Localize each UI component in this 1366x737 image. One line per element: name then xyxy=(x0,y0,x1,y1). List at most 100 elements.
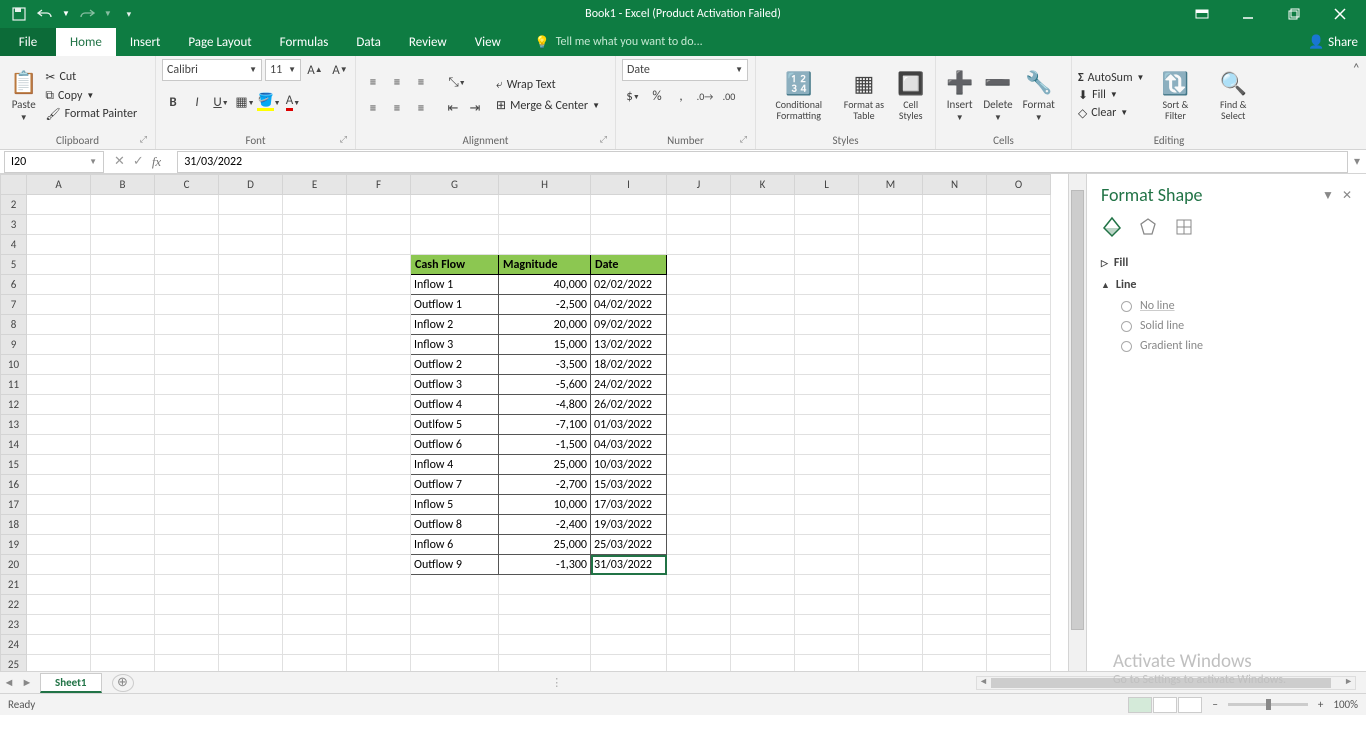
cell-J23[interactable] xyxy=(667,615,731,635)
cell-I13[interactable]: 01/03/2022 xyxy=(591,415,667,435)
cell-H5[interactable]: Magnitude xyxy=(499,255,591,275)
cell-H13[interactable]: -7,100 xyxy=(499,415,591,435)
no-line-radio[interactable]: No line xyxy=(1101,296,1352,316)
cell-M11[interactable] xyxy=(859,375,923,395)
cell-O25[interactable] xyxy=(987,655,1051,672)
cell-B14[interactable] xyxy=(91,435,155,455)
maximize-button[interactable] xyxy=(1274,0,1314,28)
cell-B12[interactable] xyxy=(91,395,155,415)
cell-G15[interactable]: Inflow 4 xyxy=(411,455,499,475)
cell-N6[interactable] xyxy=(923,275,987,295)
decrease-font-button[interactable]: A▼ xyxy=(329,59,351,81)
tab-data[interactable]: Data xyxy=(342,28,395,56)
row-header-23[interactable]: 23 xyxy=(1,615,27,635)
tab-review[interactable]: Review xyxy=(395,28,461,56)
cell-K11[interactable] xyxy=(731,375,795,395)
cell-K13[interactable] xyxy=(731,415,795,435)
row-header-2[interactable]: 2 xyxy=(1,195,27,215)
copy-button[interactable]: ⧉Copy▼ xyxy=(45,89,137,103)
underline-button[interactable]: U▼ xyxy=(210,91,232,113)
cell-B2[interactable] xyxy=(91,195,155,215)
cell-L3[interactable] xyxy=(795,215,859,235)
cell-M21[interactable] xyxy=(859,575,923,595)
cell-N14[interactable] xyxy=(923,435,987,455)
alignment-launcher[interactable]: ⤢ xyxy=(600,134,607,145)
col-header-I[interactable]: I xyxy=(591,175,667,195)
cell-A12[interactable] xyxy=(27,395,91,415)
cell-G21[interactable] xyxy=(411,575,499,595)
cell-F22[interactable] xyxy=(347,595,411,615)
cell-D12[interactable] xyxy=(219,395,283,415)
cell-O13[interactable] xyxy=(987,415,1051,435)
cell-A9[interactable] xyxy=(27,335,91,355)
align-middle-button[interactable]: ≡ xyxy=(386,72,408,94)
cell-E23[interactable] xyxy=(283,615,347,635)
cell-K3[interactable] xyxy=(731,215,795,235)
cell-H3[interactable] xyxy=(499,215,591,235)
cell-L17[interactable] xyxy=(795,495,859,515)
fill-line-tab-icon[interactable] xyxy=(1101,216,1123,238)
tab-file[interactable]: File xyxy=(0,28,56,56)
merge-center-button[interactable]: ⊞Merge & Center▼ xyxy=(496,98,600,113)
cell-E17[interactable] xyxy=(283,495,347,515)
cell-M22[interactable] xyxy=(859,595,923,615)
cell-O15[interactable] xyxy=(987,455,1051,475)
cell-J2[interactable] xyxy=(667,195,731,215)
cell-B6[interactable] xyxy=(91,275,155,295)
font-size-combo[interactable]: 11▼ xyxy=(265,59,301,81)
cell-O7[interactable] xyxy=(987,295,1051,315)
cell-K8[interactable] xyxy=(731,315,795,335)
effects-tab-icon[interactable] xyxy=(1137,216,1159,238)
cell-C9[interactable] xyxy=(155,335,219,355)
cell-A3[interactable] xyxy=(27,215,91,235)
cell-L16[interactable] xyxy=(795,475,859,495)
cell-I21[interactable] xyxy=(591,575,667,595)
align-center-button[interactable]: ≡ xyxy=(386,98,408,120)
cell-E19[interactable] xyxy=(283,535,347,555)
cell-K20[interactable] xyxy=(731,555,795,575)
cell-L14[interactable] xyxy=(795,435,859,455)
cell-I24[interactable] xyxy=(591,635,667,655)
row-header-7[interactable]: 7 xyxy=(1,295,27,315)
share-button[interactable]: 👤 Share xyxy=(1308,35,1358,50)
cell-F9[interactable] xyxy=(347,335,411,355)
bold-button[interactable]: B xyxy=(162,91,184,113)
cell-J12[interactable] xyxy=(667,395,731,415)
cell-E3[interactable] xyxy=(283,215,347,235)
row-header-3[interactable]: 3 xyxy=(1,215,27,235)
cell-O11[interactable] xyxy=(987,375,1051,395)
cell-O21[interactable] xyxy=(987,575,1051,595)
cell-C19[interactable] xyxy=(155,535,219,555)
cell-K12[interactable] xyxy=(731,395,795,415)
cell-E20[interactable] xyxy=(283,555,347,575)
cell-D14[interactable] xyxy=(219,435,283,455)
cell-M23[interactable] xyxy=(859,615,923,635)
expand-formula-bar[interactable]: ▾ xyxy=(1348,154,1366,169)
cell-J3[interactable] xyxy=(667,215,731,235)
cell-H20[interactable]: -1,300 xyxy=(499,555,591,575)
cell-B25[interactable] xyxy=(91,655,155,672)
cell-H10[interactable]: -3,500 xyxy=(499,355,591,375)
cell-B4[interactable] xyxy=(91,235,155,255)
cell-L20[interactable] xyxy=(795,555,859,575)
row-header-21[interactable]: 21 xyxy=(1,575,27,595)
cell-B3[interactable] xyxy=(91,215,155,235)
cell-K16[interactable] xyxy=(731,475,795,495)
cell-K17[interactable] xyxy=(731,495,795,515)
cell-L11[interactable] xyxy=(795,375,859,395)
cell-K7[interactable] xyxy=(731,295,795,315)
col-header-A[interactable]: A xyxy=(27,175,91,195)
cell-L10[interactable] xyxy=(795,355,859,375)
row-header-14[interactable]: 14 xyxy=(1,435,27,455)
solid-line-radio[interactable]: Solid line xyxy=(1101,316,1352,336)
cell-B23[interactable] xyxy=(91,615,155,635)
number-format-combo[interactable]: Date▼ xyxy=(622,59,748,81)
border-button[interactable]: ▦▼ xyxy=(234,91,256,113)
cell-N10[interactable] xyxy=(923,355,987,375)
cell-M14[interactable] xyxy=(859,435,923,455)
redo-icon[interactable] xyxy=(78,5,96,23)
cell-E10[interactable] xyxy=(283,355,347,375)
cell-H12[interactable]: -4,800 xyxy=(499,395,591,415)
cell-K23[interactable] xyxy=(731,615,795,635)
cell-F17[interactable] xyxy=(347,495,411,515)
